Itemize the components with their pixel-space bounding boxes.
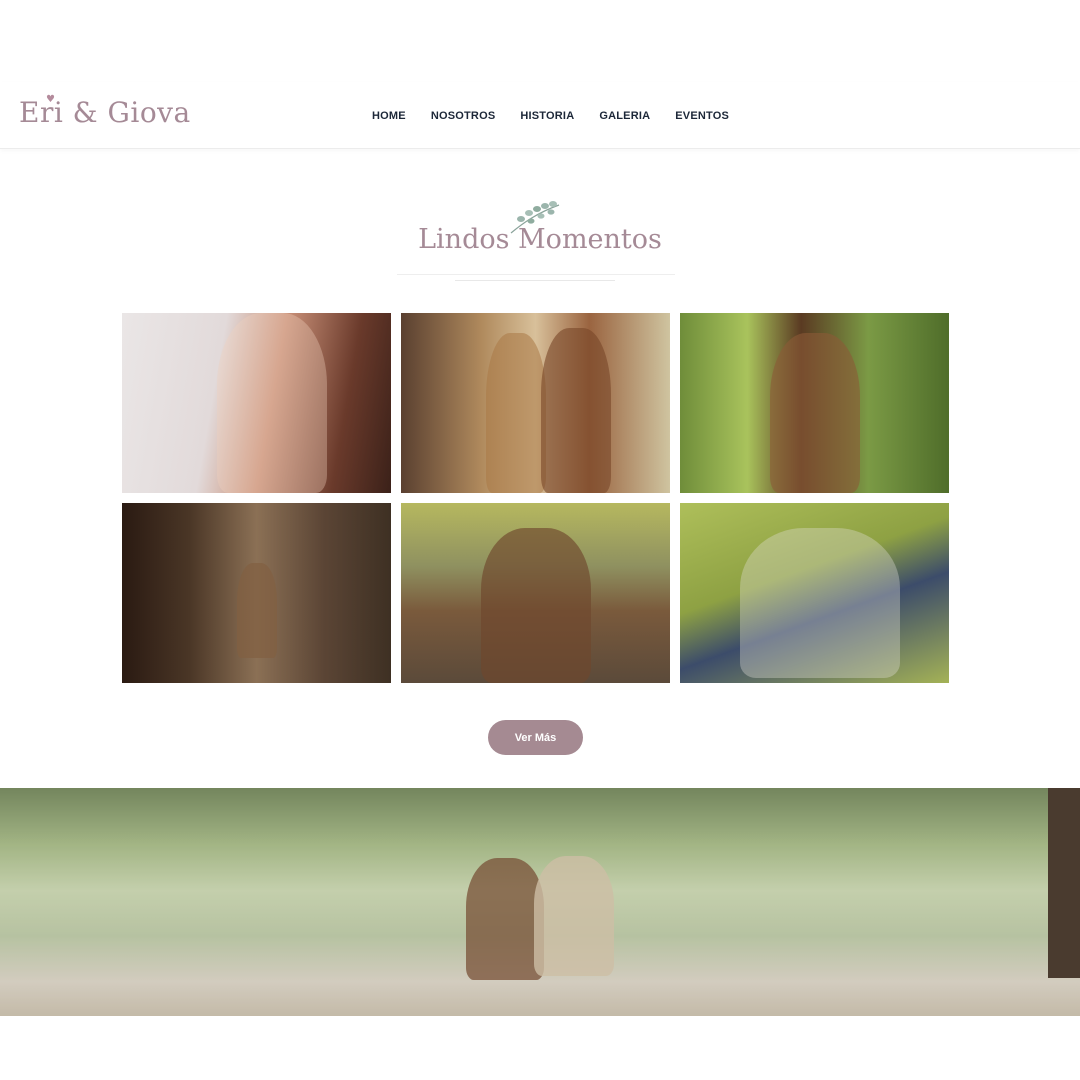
site-logo[interactable]: Eri & Giova ♥ [19,94,191,129]
gallery-photo-3[interactable] [680,313,949,493]
site-header: Eri & Giova ♥ HOME NOSOTROS HISTORIA GAL… [0,82,1080,149]
gallery-title: Lindos Momentos [418,224,662,255]
heart-icon: ♥ [46,94,56,105]
ver-mas-button[interactable]: Ver Más [488,720,583,755]
main-nav: HOME NOSOTROS HISTORIA GALERIA EVENTOS [372,110,754,122]
gallery-photo-2[interactable] [401,313,670,493]
title-divider [397,274,675,275]
gallery-photo-5[interactable] [401,503,670,683]
gallery-photo-6[interactable] [680,503,949,683]
gallery-photo-1[interactable] [122,313,391,493]
nav-historia-link[interactable]: HISTORIA [520,110,574,122]
nav-home-link[interactable]: HOME [372,110,406,122]
nav-eventos-link[interactable]: EVENTOS [675,110,729,122]
nav-galeria-link[interactable]: GALERIA [599,110,650,122]
banner-photo [0,788,1080,1016]
gallery-photo-4[interactable] [122,503,391,683]
title-divider-short [455,280,615,281]
nav-nosotros-link[interactable]: NOSOTROS [431,110,496,122]
logo-text: Eri & Giova [19,96,191,129]
